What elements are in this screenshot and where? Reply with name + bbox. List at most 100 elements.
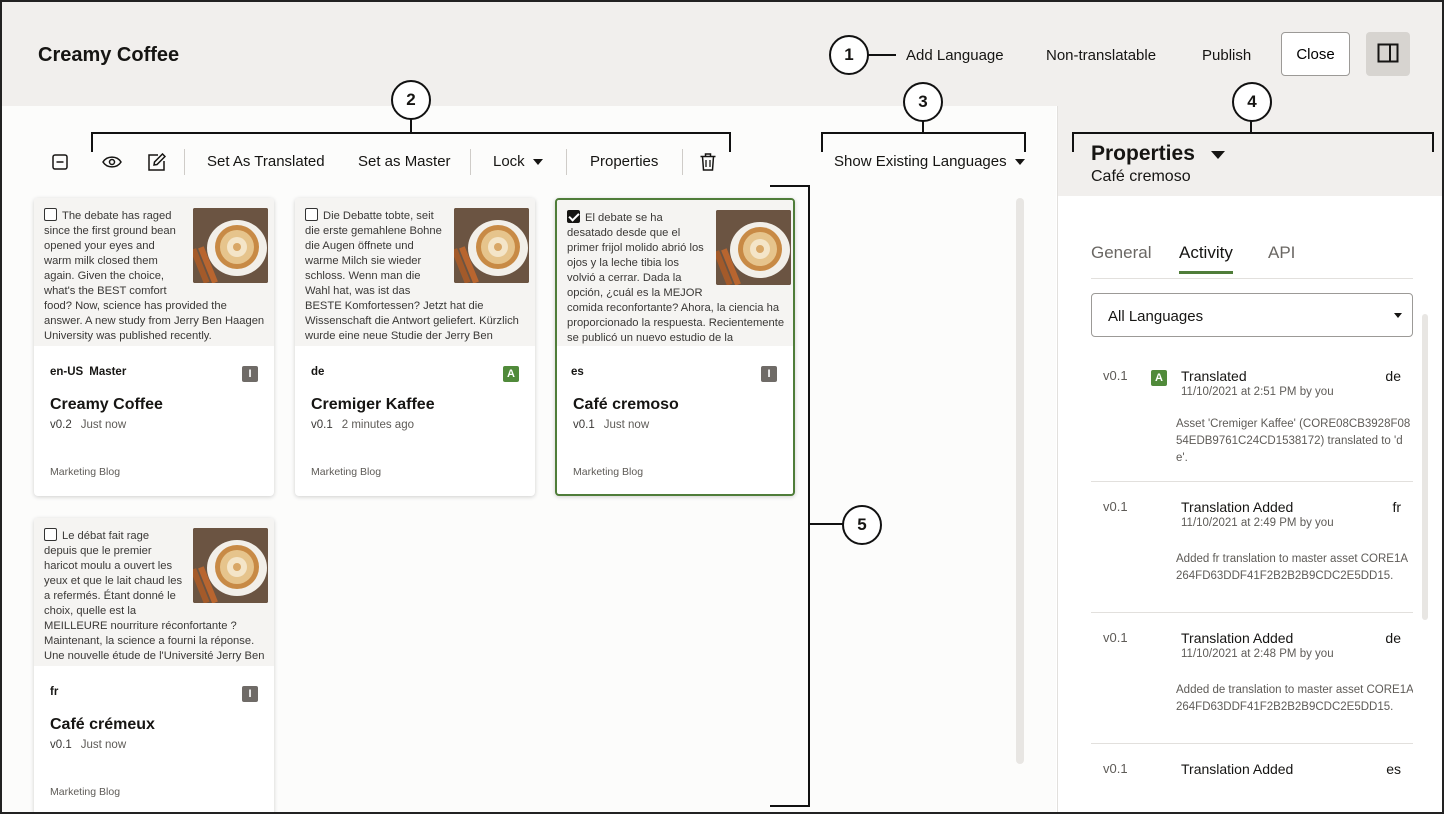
card-select-checkbox[interactable] [567,210,580,223]
panel-scrollbar[interactable] [1422,314,1428,620]
coffee-thumbnail [454,208,529,283]
card-collection: Marketing Blog [50,466,121,478]
chevron-down-icon [1394,313,1402,318]
activity-item: v0.1 Translation Added es [1091,745,1413,785]
toolbar-divider [682,149,683,175]
callout-bracket [1072,132,1434,134]
card-title: Café cremoso [573,396,679,413]
panel-tabs: General Activity API [1091,243,1413,279]
non-translatable-button[interactable]: Non-translatable [1046,47,1156,64]
tab-api[interactable]: API [1268,243,1295,271]
chevron-down-icon[interactable] [1211,151,1225,159]
callout-5: 5 [842,505,882,545]
app-window: Creamy Coffee Add Language Non-translata… [0,0,1444,814]
card-title: Creamy Coffee [50,396,163,413]
show-existing-languages-label: Show Existing Languages [834,153,1007,170]
coffee-thumbnail [716,210,791,285]
updated-time: Just now [80,419,127,431]
delete-icon[interactable] [696,150,720,174]
callout-bracket [770,805,810,807]
chevron-down-icon [1014,159,1025,166]
version-number: v0.1 [50,739,72,751]
callout-bracket [808,185,810,807]
card-select-checkbox[interactable] [44,208,57,221]
collapse-icon[interactable] [48,150,72,174]
language-card-en-us[interactable]: The debate has raged since the first gro… [34,198,274,496]
activity-item: v0.1 Translation Added fr 11/10/2021 at … [1091,483,1413,613]
close-button[interactable]: Close [1281,32,1350,76]
activity-version: v0.1 [1103,630,1128,645]
card-title: Cremiger Kaffee [311,396,435,413]
card-preview: El debate se ha desatado desde que el pr… [557,200,793,346]
set-as-translated-button[interactable]: Set As Translated [207,153,325,170]
activity-item: v0.1 A Translated de 11/10/2021 at 2:51 … [1091,352,1413,482]
card-select-checkbox[interactable] [305,208,318,221]
activity-date: 11/10/2021 at 2:49 PM by you [1181,517,1334,529]
tab-general[interactable]: General [1091,243,1151,271]
show-existing-languages-dropdown[interactable]: Show Existing Languages [834,153,1025,170]
language-card-fr[interactable]: Le débat fait rage depuis que le premier… [34,518,274,812]
language-card-es[interactable]: El debate se ha desatado desde que el pr… [555,198,795,496]
callout-line [808,523,844,525]
card-excerpt: El debate se ha desatado desde que el pr… [567,210,791,346]
panel-title[interactable]: Properties [1091,142,1195,166]
card-preview: The debate has raged since the first gro… [34,198,274,346]
activity-date: 11/10/2021 at 2:51 PM by you [1181,386,1334,398]
card-version: v0.1 Just now [573,419,649,431]
callout-1: 1 [829,35,869,75]
add-language-button[interactable]: Add Language [906,47,1004,64]
status-badge: I [242,686,258,702]
activity-language: es [1386,761,1401,777]
callout-bracket [821,132,1026,134]
toolbar-divider [470,149,471,175]
card-language: es [571,366,584,378]
callout-bracket [1072,132,1074,152]
activity-description: Added de translation to master asset COR… [1176,684,1413,713]
card-select-checkbox[interactable] [44,528,57,541]
header-bar: Creamy Coffee Add Language Non-translata… [2,2,1442,106]
card-title: Café crémeux [50,716,155,733]
updated-time: 2 minutes ago [341,419,414,431]
language-card-de[interactable]: Die Debatte tobte, seit die erste gemahl… [295,198,535,496]
edit-icon[interactable] [144,150,168,174]
toggle-side-panel-button[interactable] [1366,32,1410,76]
card-language: fr [50,686,58,698]
master-label: Master [89,366,127,378]
card-excerpt: Die Debatte tobte, seit die erste gemahl… [305,208,529,346]
toolbar-divider [566,149,567,175]
callout-bracket [1024,132,1026,152]
card-language-code: en-US [50,366,84,378]
status-badge: I [242,366,258,382]
version-number: v0.1 [573,419,595,431]
callout-bracket [91,132,93,152]
preview-eye-icon[interactable] [100,150,124,174]
activity-version: v0.1 [1103,368,1128,383]
card-collection: Marketing Blog [311,466,382,478]
status-badge: A [1151,370,1167,386]
coffee-thumbnail [193,528,268,603]
activity-version: v0.1 [1103,499,1128,514]
card-collection: Marketing Blog [573,466,644,478]
activity-language: fr [1392,499,1401,515]
card-language-code: de [311,366,325,378]
content-scrollbar[interactable] [1016,198,1024,764]
callout-bracket [729,132,731,152]
activity-version: v0.1 [1103,761,1128,776]
lock-menu-button[interactable]: Lock [493,153,543,170]
version-number: v0.1 [311,419,333,431]
properties-panel: Properties Café cremoso General Activity… [1057,106,1442,812]
callout-2: 2 [391,80,431,120]
properties-button[interactable]: Properties [590,153,658,170]
publish-button[interactable]: Publish [1202,47,1251,64]
card-language-code: fr [50,686,59,698]
callout-bracket [1432,132,1434,152]
language-filter-select[interactable]: All Languages [1091,293,1413,337]
callout-bracket [821,132,823,152]
activity-title: Translation Added [1181,499,1294,515]
updated-time: Just now [603,419,650,431]
set-as-master-button[interactable]: Set as Master [358,153,451,170]
lock-menu-label: Lock [493,153,525,170]
status-badge: A [503,366,519,382]
tab-activity[interactable]: Activity [1179,243,1233,274]
side-panel-icon [1377,43,1399,66]
